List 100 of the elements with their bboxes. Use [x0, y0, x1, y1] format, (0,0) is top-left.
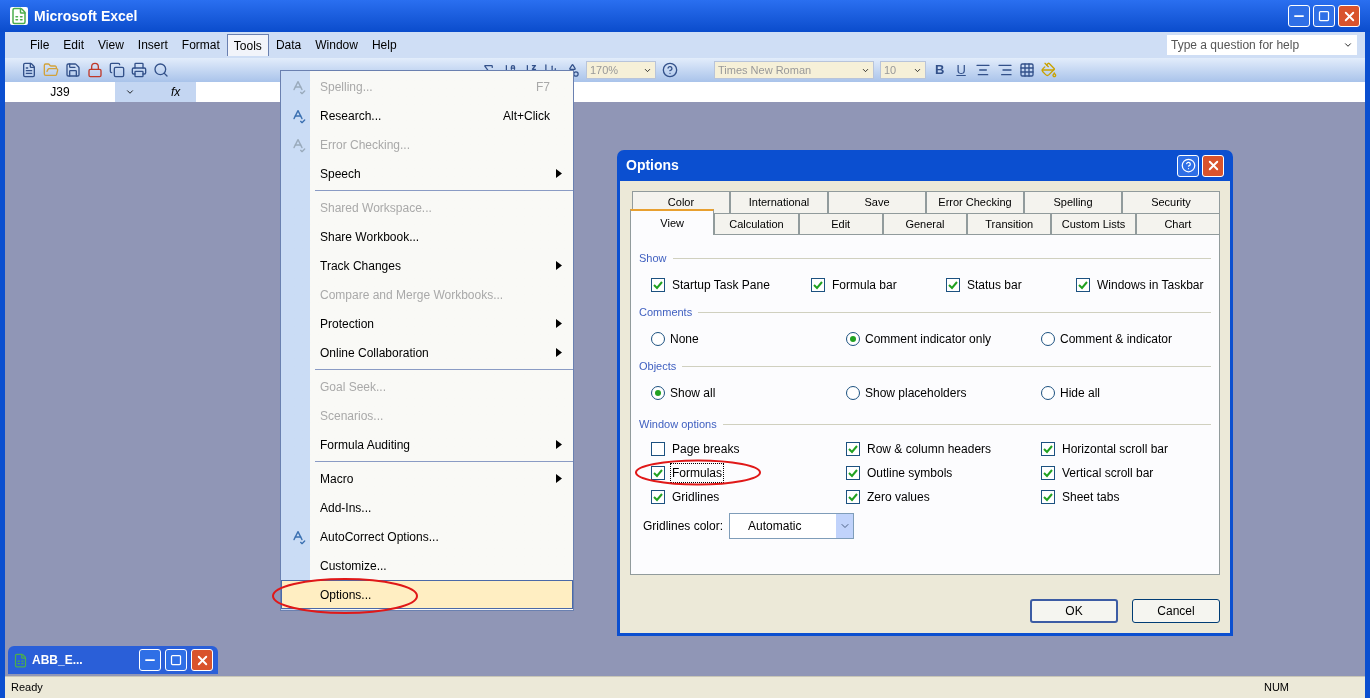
ok-button[interactable]: OK	[1030, 599, 1118, 623]
radio-button[interactable]	[651, 332, 665, 346]
checkbox[interactable]	[651, 278, 665, 292]
status-text: Ready	[11, 680, 43, 696]
menu-item-label: Online Collaboration	[319, 344, 430, 362]
checkbox[interactable]	[1041, 466, 1055, 480]
checkbox-label: Formulas	[670, 463, 724, 483]
checkbox[interactable]	[846, 442, 860, 456]
menu-item[interactable]: Speech	[281, 159, 573, 188]
checkbox[interactable]	[946, 278, 960, 292]
radio-button[interactable]	[651, 386, 665, 400]
checkbox[interactable]	[1076, 278, 1090, 292]
underline-button[interactable]: U	[953, 60, 969, 80]
checkbox-label: Horizontal scroll bar	[1061, 441, 1170, 458]
tab[interactable]: Spelling	[1024, 191, 1122, 213]
menu-item-label: Scenarios...	[319, 407, 385, 425]
submenu-arrow-icon	[556, 261, 562, 270]
tab[interactable]: Security	[1122, 191, 1220, 213]
menu-item-label: Protection	[319, 315, 376, 333]
menu-item-label: Error Checking...	[319, 136, 412, 154]
borders-icon[interactable]	[1018, 62, 1035, 78]
tab[interactable]: Edit	[798, 213, 883, 235]
lock-icon[interactable]	[87, 62, 103, 78]
tab[interactable]: View	[630, 209, 715, 235]
tab[interactable]: Calculation	[714, 213, 799, 235]
tab[interactable]: Save	[828, 191, 926, 213]
menu[interactable]: Edit	[56, 34, 92, 56]
menu[interactable]: Insert	[130, 34, 175, 56]
checkbox-label: Page breaks	[671, 441, 741, 458]
menu-item[interactable]: Macro	[281, 464, 573, 493]
checkbox-label: Zero values	[866, 489, 931, 506]
menu[interactable]: Window	[308, 34, 365, 56]
radio-label: Comment & indicator	[1060, 331, 1173, 348]
checkbox-label: Gridlines	[671, 489, 721, 506]
menu[interactable]: Help	[364, 34, 404, 56]
help-search-field[interactable]: Type a question for help	[1167, 35, 1357, 55]
menu[interactable]: Format	[174, 34, 227, 56]
align-center-icon[interactable]	[974, 62, 991, 78]
maximize-icon	[170, 654, 182, 666]
radio-button[interactable]	[1041, 332, 1055, 346]
bold-button[interactable]: B	[932, 60, 948, 80]
menu-item[interactable]: Customize...	[281, 551, 573, 580]
radio-button[interactable]	[1041, 386, 1055, 400]
menu[interactable]: Tools	[226, 34, 269, 56]
tab[interactable]: International	[730, 191, 828, 213]
close-button[interactable]	[1338, 5, 1360, 27]
radio-button[interactable]	[846, 332, 860, 346]
checkbox[interactable]	[1041, 442, 1055, 456]
menu-item[interactable]: Options...	[281, 580, 573, 609]
menu-item[interactable]: Add-Ins...	[281, 493, 573, 522]
name-box[interactable]: J39	[5, 82, 155, 102]
menu-item[interactable]: AutoCorrect Options...	[281, 522, 573, 551]
minimize-button[interactable]	[139, 649, 161, 671]
copy-icon[interactable]	[109, 62, 125, 78]
menu-item[interactable]: Protection	[281, 309, 573, 338]
menu[interactable]: Data	[268, 34, 309, 56]
window-title: Microsoft Excel	[34, 6, 138, 26]
cancel-button[interactable]: Cancel	[1132, 599, 1220, 623]
section-title: Objects	[639, 358, 677, 374]
radio-label: None	[670, 331, 699, 348]
menu-item[interactable]: Research... Alt+Click	[281, 101, 573, 130]
menu-item[interactable]: Share Workbook...	[281, 222, 573, 251]
close-button[interactable]	[191, 649, 213, 671]
minimize-button[interactable]	[1288, 5, 1310, 27]
save-icon[interactable]	[65, 62, 81, 78]
menu-item[interactable]: Formula Auditing	[281, 430, 573, 459]
radio-label: Show all	[670, 385, 716, 402]
tab[interactable]: Custom Lists	[1051, 213, 1136, 235]
menu-item[interactable]: Track Changes	[281, 251, 573, 280]
checkbox[interactable]	[1041, 490, 1055, 504]
maximize-button[interactable]	[1313, 5, 1335, 27]
menu[interactable]: View	[91, 34, 131, 56]
print-icon[interactable]	[131, 62, 147, 78]
align-right-icon[interactable]	[996, 62, 1013, 78]
checkbox[interactable]	[846, 490, 860, 504]
minimized-workbook[interactable]: ABB_E...	[8, 646, 218, 674]
help-icon[interactable]	[662, 62, 678, 78]
checkbox[interactable]	[651, 442, 665, 456]
menu-item-label: Goal Seek...	[319, 378, 388, 396]
tab[interactable]: Chart	[1135, 213, 1220, 235]
close-button[interactable]	[1202, 154, 1224, 177]
checkbox-label: Sheet tabs	[1061, 489, 1121, 506]
help-button[interactable]	[1177, 154, 1199, 177]
maximize-button[interactable]	[165, 649, 187, 671]
tab[interactable]: General	[882, 213, 968, 235]
checkbox[interactable]	[811, 278, 825, 292]
fill-color-icon[interactable]	[1040, 62, 1057, 78]
new-file-icon[interactable]	[21, 62, 37, 78]
tab[interactable]: Transition	[967, 213, 1052, 235]
excel-icon	[10, 7, 28, 25]
radio-button[interactable]	[846, 386, 860, 400]
menu-item[interactable]: Online Collaboration	[281, 338, 573, 367]
checkbox[interactable]	[846, 466, 860, 480]
checkbox[interactable]	[651, 490, 665, 504]
menu-item-label: Add-Ins...	[319, 499, 373, 517]
preview-icon[interactable]	[153, 62, 169, 78]
tab[interactable]: Error Checking	[926, 191, 1024, 213]
gridlines-color-dropdown[interactable]: Automatic	[729, 513, 855, 539]
menu[interactable]: File	[23, 34, 57, 56]
checkbox[interactable]	[651, 466, 665, 480]
